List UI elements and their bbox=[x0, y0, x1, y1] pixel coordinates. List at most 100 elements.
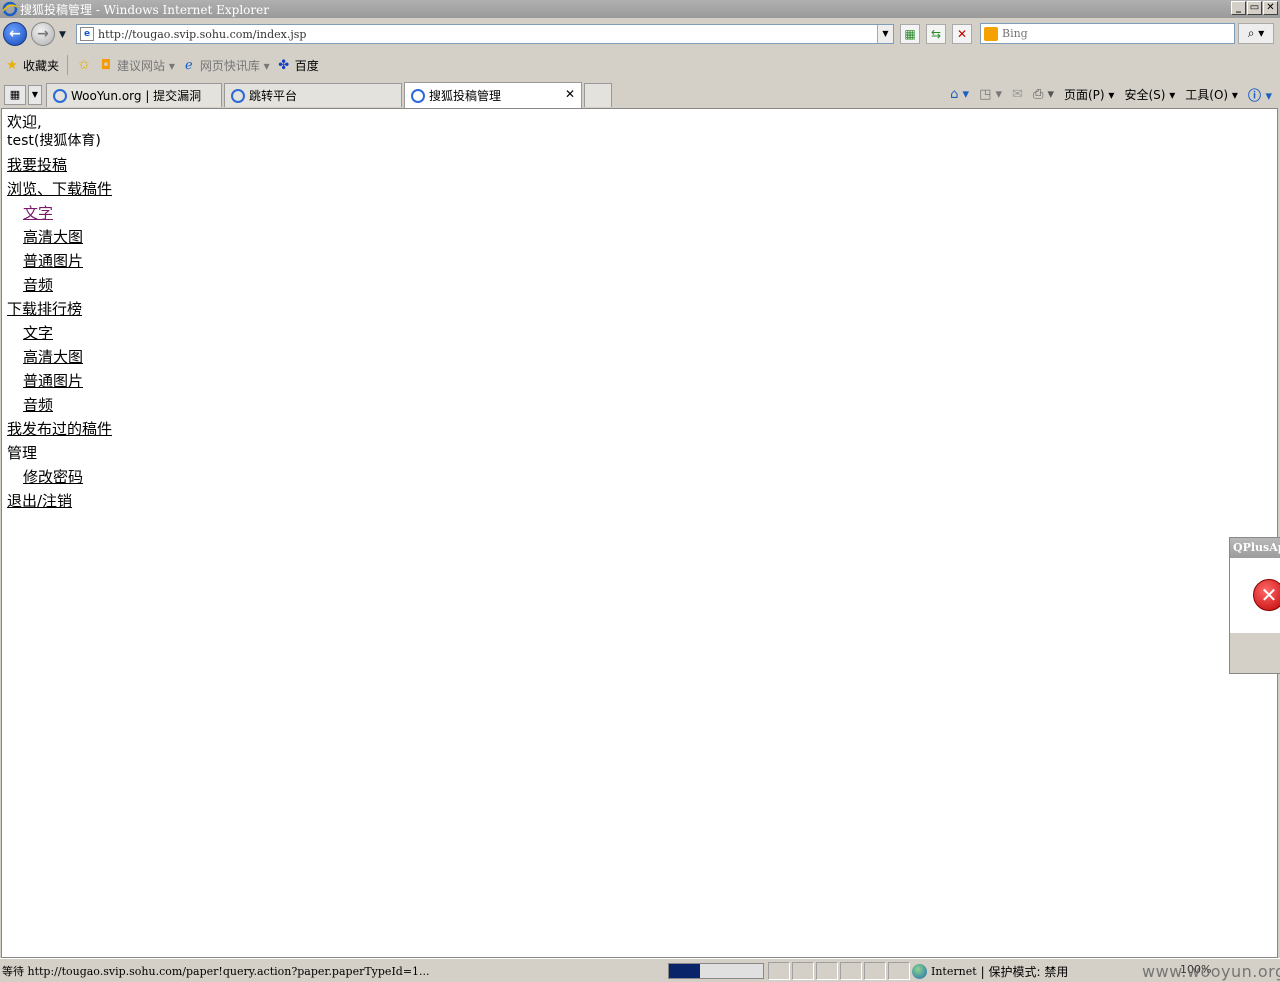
loading-progress-bar bbox=[668, 963, 764, 979]
tools-menu[interactable]: 工具(O) ▾ bbox=[1185, 86, 1238, 103]
home-icon[interactable]: ⌂ ▾ bbox=[950, 87, 969, 102]
toolbar-separator bbox=[67, 55, 69, 75]
qplus-popup-body: ✕ bbox=[1230, 558, 1280, 633]
status-bar: 等待 http://tougao.svip.sohu.com/paper!que… bbox=[0, 958, 1280, 982]
web-slice-gallery-link[interactable]: ℯ 网页快讯库 ▾ bbox=[181, 57, 270, 74]
favorites-button[interactable]: ★ 收藏夹 bbox=[4, 57, 59, 74]
suggested-sites-link[interactable]: ◘ 建议网站 ▾ bbox=[98, 57, 175, 74]
tab-redirect[interactable]: 跳转平台 bbox=[224, 83, 402, 107]
progress-fill bbox=[669, 964, 701, 978]
grid-icon: ▦ bbox=[9, 88, 21, 101]
tab-bar: ▦ ▼ WooYun.org | 提交漏洞 跳转平台 搜狐投稿管理 ✕ ⌂ ▾ … bbox=[0, 80, 1280, 108]
tab-sohu-submit-active[interactable]: 搜狐投稿管理 ✕ bbox=[404, 82, 582, 108]
suggested-sites-icon: ◘ bbox=[100, 57, 112, 73]
refresh-button[interactable]: ⇆ bbox=[926, 24, 946, 44]
ranking-text-link[interactable]: 文字 bbox=[7, 321, 112, 345]
ie-page-icon bbox=[53, 88, 67, 103]
window-title-bar: 搜狐投稿管理 - Windows Internet Explorer _ ▭ ✕ bbox=[0, 0, 1280, 18]
qplus-popup-title: QPlusAp bbox=[1230, 538, 1280, 558]
page-content: 欢迎, test(搜狐体育) 我要投稿 浏览、下载稿件 文字 高清大图 普通图片… bbox=[1, 108, 1278, 958]
favorites-label: 收藏夹 bbox=[23, 58, 60, 73]
add-to-favorites-button[interactable]: ✩ bbox=[76, 57, 92, 73]
qplus-error-popup: QPlusAp ✕ bbox=[1229, 537, 1280, 674]
page-menu[interactable]: 页面(P) ▾ bbox=[1064, 86, 1114, 103]
status-cell bbox=[864, 962, 886, 980]
ranking-images-link[interactable]: 普通图片 bbox=[7, 369, 112, 393]
favorites-bar: ★ 收藏夹 ✩ ◘ 建议网站 ▾ ℯ 网页快讯库 ▾ ✤ 百度 bbox=[0, 50, 1280, 80]
search-button[interactable]: ⌕ ▾ bbox=[1238, 23, 1274, 44]
help-icon[interactable]: ⓘ ▾ bbox=[1248, 85, 1272, 104]
status-cell bbox=[888, 962, 910, 980]
address-dropdown-button[interactable]: ▼ bbox=[877, 25, 893, 43]
compatibility-icon: ▦ bbox=[904, 27, 916, 41]
submit-article-link[interactable]: 我要投稿 bbox=[7, 153, 112, 177]
user-name: test(搜狐体育) bbox=[7, 133, 101, 149]
protected-mode-label: | 保护模式: 禁用 bbox=[980, 965, 1069, 979]
print-icon[interactable]: ⎙ ▾ bbox=[1033, 87, 1054, 102]
stop-button[interactable]: ✕ bbox=[952, 24, 972, 44]
mail-icon[interactable]: ✉ bbox=[1012, 87, 1023, 102]
change-password-link[interactable]: 修改密码 bbox=[7, 465, 112, 489]
quick-tabs-button[interactable]: ▦ bbox=[4, 85, 26, 105]
bing-logo-icon bbox=[984, 26, 998, 41]
ranking-hd-images-link[interactable]: 高清大图 bbox=[7, 345, 112, 369]
command-bar: ⌂ ▾ ◳ ▾ ✉ ⎙ ▾ 页面(P) ▾ 安全(S) ▾ 工具(O) ▾ ⓘ … bbox=[950, 85, 1272, 104]
address-toolbar: ← → ▼ e http://tougao.svip.sohu.com/inde… bbox=[0, 18, 1280, 50]
search-input[interactable] bbox=[1002, 27, 1202, 40]
suggested-sites-label: 建议网站 ▾ bbox=[117, 58, 175, 73]
close-tab-icon[interactable]: ✕ bbox=[565, 87, 575, 101]
page-icon: e bbox=[80, 27, 94, 41]
welcome-text: 欢迎, bbox=[7, 113, 42, 131]
sohu-nav-menu: 欢迎, test(搜狐体育) 我要投稿 浏览、下载稿件 文字 高清大图 普通图片… bbox=[7, 113, 112, 513]
baidu-paw-icon: ✤ bbox=[278, 57, 290, 73]
browse-hd-images-link[interactable]: 高清大图 bbox=[7, 225, 112, 249]
tab-label: 跳转平台 bbox=[249, 89, 298, 103]
status-cell bbox=[840, 962, 862, 980]
window-controls: _ ▭ ✕ bbox=[1231, 1, 1278, 15]
browse-download-link[interactable]: 浏览、下载稿件 bbox=[7, 177, 112, 201]
manage-heading: 管理 bbox=[7, 444, 38, 462]
magnifier-icon: ⌕ ▾ bbox=[1247, 26, 1265, 40]
status-cell bbox=[792, 962, 814, 980]
my-posts-link[interactable]: 我发布过的稿件 bbox=[7, 417, 112, 441]
download-ranking-link[interactable]: 下载排行榜 bbox=[7, 297, 112, 321]
baidu-label: 百度 bbox=[294, 58, 319, 73]
address-url[interactable]: http://tougao.svip.sohu.com/index.jsp bbox=[98, 28, 877, 41]
stop-icon: ✕ bbox=[956, 27, 968, 41]
back-button[interactable]: ← bbox=[3, 22, 27, 46]
window-title: 搜狐投稿管理 - Windows Internet Explorer bbox=[20, 2, 269, 17]
web-slice-gallery-label: 网页快讯库 ▾ bbox=[199, 58, 270, 73]
restore-button[interactable]: ▭ bbox=[1247, 1, 1262, 15]
chevron-down-icon: ▼ bbox=[31, 90, 39, 99]
close-window-button[interactable]: ✕ bbox=[1263, 1, 1278, 15]
ie-page-icon: ℯ bbox=[185, 57, 193, 73]
browse-text-link[interactable]: 文字 bbox=[7, 201, 112, 225]
browse-audio-link[interactable]: 音频 bbox=[7, 273, 112, 297]
security-zone[interactable]: Internet | 保护模式: 禁用 bbox=[912, 963, 1068, 980]
safety-menu[interactable]: 安全(S) ▾ bbox=[1124, 86, 1175, 103]
ie-page-icon bbox=[411, 88, 425, 103]
recent-pages-dropdown[interactable]: ▼ bbox=[59, 30, 66, 40]
refresh-icon: ⇆ bbox=[930, 27, 942, 41]
zone-label: Internet bbox=[931, 965, 977, 978]
add-favorite-icon: ✩ bbox=[78, 57, 90, 73]
watermark: www.wooyun.org bbox=[1142, 962, 1280, 981]
tab-label: WooYun.org | 提交漏洞 bbox=[71, 89, 202, 103]
logout-link[interactable]: 退出/注销 bbox=[7, 489, 112, 513]
ie-logo-icon bbox=[2, 1, 18, 17]
forward-button[interactable]: → bbox=[31, 22, 55, 46]
ie-page-icon bbox=[231, 88, 245, 103]
ranking-audio-link[interactable]: 音频 bbox=[7, 393, 112, 417]
status-text: 等待 http://tougao.svip.sohu.com/paper!que… bbox=[2, 965, 430, 978]
search-box[interactable] bbox=[980, 23, 1235, 44]
new-tab-button[interactable] bbox=[584, 83, 612, 107]
minimize-button[interactable]: _ bbox=[1231, 1, 1246, 15]
feeds-icon[interactable]: ◳ ▾ bbox=[979, 87, 1002, 102]
tab-wooyun[interactable]: WooYun.org | 提交漏洞 bbox=[46, 83, 222, 107]
browse-images-link[interactable]: 普通图片 bbox=[7, 249, 112, 273]
tab-list-button[interactable]: ▼ bbox=[28, 85, 42, 105]
globe-icon bbox=[912, 964, 927, 979]
compatibility-view-button[interactable]: ▦ bbox=[900, 24, 920, 44]
baidu-link[interactable]: ✤ 百度 bbox=[276, 57, 319, 74]
address-bar[interactable]: e http://tougao.svip.sohu.com/index.jsp … bbox=[76, 24, 894, 44]
